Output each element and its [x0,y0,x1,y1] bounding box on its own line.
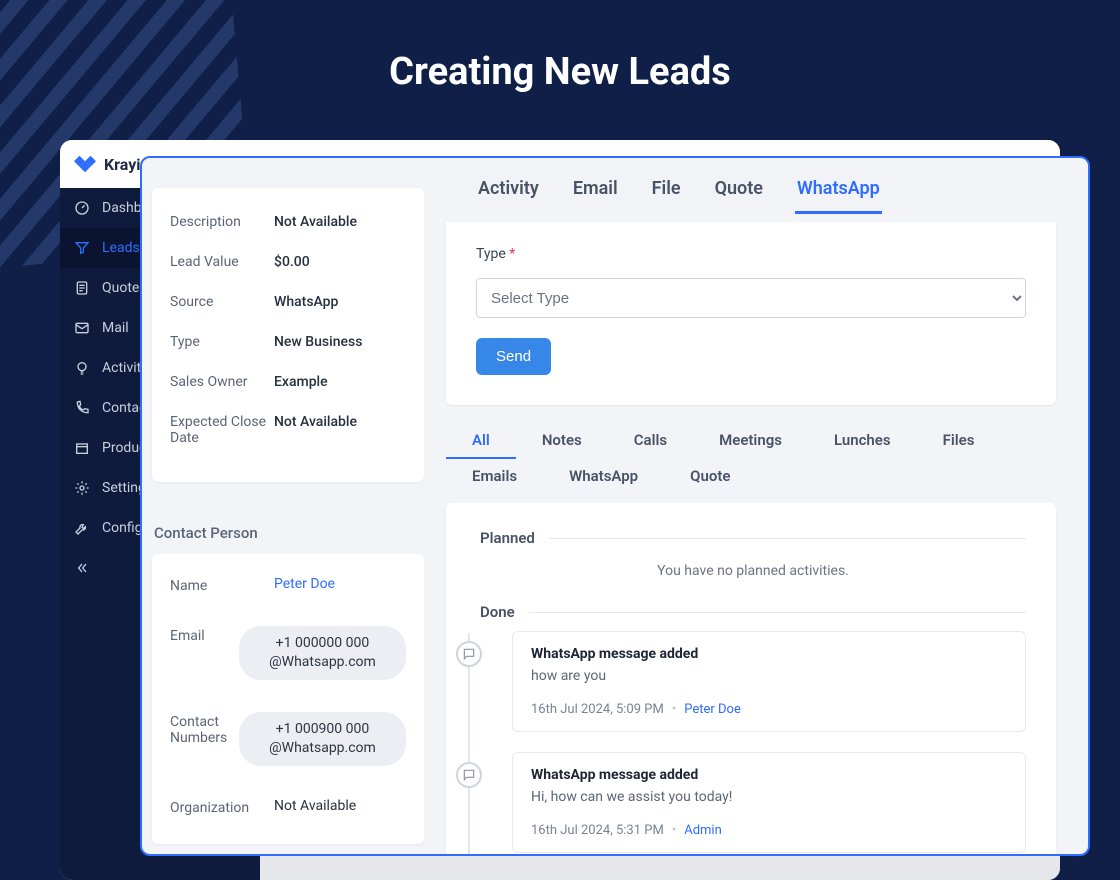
label-contact-phone: Contact Numbers [170,712,239,746]
tab-quote[interactable]: Quote [713,166,765,214]
filter-tab-emails[interactable]: Emails [446,459,543,495]
label-lead-value: Lead Value [170,254,274,270]
wrench-icon [74,520,90,536]
value-source: WhatsApp [274,294,338,310]
done-label: Done [480,603,515,621]
timeline-title: WhatsApp message added [531,646,1007,662]
whatsapp-form-card: Type * Select Type Send [446,222,1056,405]
lead-details-card: DescriptionNot Available Lead Value$0.00… [152,188,424,482]
gear-icon [74,480,90,496]
logo-icon [74,153,96,175]
value-type: New Business [274,334,362,350]
form-type-label: Type * [476,246,1026,262]
value-expected-close: Not Available [274,414,357,446]
page-title: Creating New Leads [0,50,1120,94]
required-asterisk: * [509,246,515,262]
timeline-item: WhatsApp message added Hi, how can we as… [480,752,1026,854]
tab-whatsapp[interactable]: WhatsApp [795,166,882,214]
sidebar-item-label: Leads [102,240,140,256]
chat-icon [456,641,482,667]
label-organization: Organization [170,798,274,816]
value-lead-value: $0.00 [274,254,310,270]
contact-phone-pill[interactable]: +1 000900 000 @Whatsapp.com [239,712,406,766]
filter-tab-all[interactable]: All [446,423,516,459]
filter-tab-calls[interactable]: Calls [608,423,693,459]
brand-name: Krayi [104,155,141,174]
timeline-item: WhatsApp message added how are you 16th … [480,631,1026,752]
value-organization: Not Available [274,798,356,814]
timeline-meta: 16th Jul 2024, 5:09 PM•Peter Doe [531,702,1007,717]
label-contact-email: Email [170,626,239,644]
tab-file[interactable]: File [650,166,683,214]
lead-detail-panel: DescriptionNot Available Lead Value$0.00… [140,156,1090,856]
label-contact-name: Name [170,576,274,594]
activity-timeline: Planned You have no planned activities. … [446,503,1056,854]
label-sales-owner: Sales Owner [170,374,274,390]
phone-icon [74,400,90,416]
box-icon [74,440,90,456]
timeline-title: WhatsApp message added [531,767,1007,783]
label-expected-close: Expected Close Date [170,414,274,446]
value-sales-owner: Example [274,374,328,390]
contact-email-pill[interactable]: +1 000000 000 @Whatsapp.com [239,626,406,680]
filter-tab-files[interactable]: Files [917,423,1001,459]
filter-tab-whatsapp[interactable]: WhatsApp [543,459,664,495]
document-icon [74,280,90,296]
label-description: Description [170,214,274,230]
timeline-actor-link[interactable]: Admin [684,823,722,838]
value-description: Not Available [274,214,357,230]
mail-icon [74,320,90,336]
filter-tab-lunches[interactable]: Lunches [808,423,917,459]
timeline-meta: 16th Jul 2024, 5:31 PM•Admin [531,823,1007,838]
filter-tabs: All Notes Calls Meetings Lunches Files E… [446,423,1068,495]
collapse-icon [74,560,90,576]
timeline-actor-link[interactable]: Peter Doe [684,702,741,717]
contact-name-link[interactable]: Peter Doe [274,576,335,592]
sidebar-item-label: Mail [102,320,129,336]
timeline-body: how are you [531,668,1007,684]
type-select[interactable]: Select Type [476,278,1026,318]
contact-section-title: Contact Person [154,524,424,542]
filter-tab-meetings[interactable]: Meetings [693,423,808,459]
label-type: Type [170,334,274,350]
contact-card: Name Peter Doe Email +1 000000 000 @What… [152,554,424,844]
label-source: Source [170,294,274,310]
funnel-icon [74,240,90,256]
bulb-icon [74,360,90,376]
planned-label: Planned [480,529,535,547]
filter-tab-quote[interactable]: Quote [664,459,756,495]
tab-activity[interactable]: Activity [476,166,541,214]
timeline-body: Hi, how can we assist you today! [531,789,1007,805]
gauge-icon [74,200,90,216]
planned-empty-text: You have no planned activities. [480,557,1026,597]
chat-icon [456,762,482,788]
filter-tab-notes[interactable]: Notes [516,423,608,459]
upper-tabs: Activity Email File Quote WhatsApp [456,168,1046,214]
send-button[interactable]: Send [476,338,551,375]
tab-email[interactable]: Email [571,166,620,214]
